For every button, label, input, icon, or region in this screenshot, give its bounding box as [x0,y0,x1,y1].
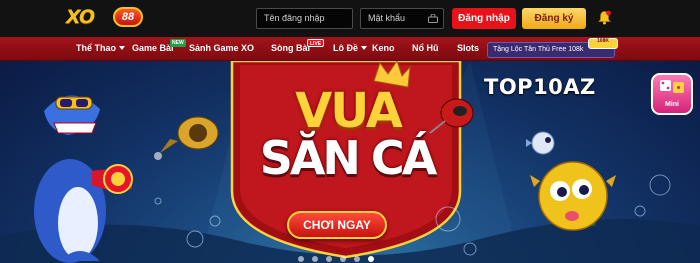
chevron-down-icon [361,46,368,50]
hero-banner[interactable]: TOP10AZ Mini VUA SĂN CÁ CHƠI NGAY [0,61,700,263]
nav-label: Thể Thao [76,43,116,53]
nav-label: Sòng Bài [271,43,311,53]
site-logo[interactable]: XO 88 [66,6,144,28]
carousel-dots [298,255,382,263]
carousel-dot[interactable] [312,256,318,262]
nav-item-sanh-game-xo[interactable]: Sảnh Game XO [189,37,254,61]
keyboard-lock-icon[interactable] [428,14,438,23]
carousel-dot-active[interactable] [368,256,374,262]
nav-label: Sảnh Game XO [189,43,255,53]
carousel-dot[interactable] [326,256,332,262]
logo-text: XO [66,6,95,28]
dice-icon [660,80,684,93]
nav-label: Game Bài [132,43,174,53]
top-bar: XO 88 Tên đăng nhập Mật khẩu Đăng nhập Đ… [0,0,700,37]
password-placeholder: Mật khẩu [368,13,406,23]
live-badge: LIVE [307,39,325,47]
bell-icon[interactable] [598,10,611,25]
mini-app-label: Mini [665,101,679,108]
register-button[interactable]: Đăng ký [522,8,586,29]
chevron-down-icon [119,46,125,50]
logo-badge: 88 [113,7,143,27]
nav-item-no-hu[interactable]: Nổ Hũ [412,37,439,61]
nav-item-lo-de[interactable]: Lô Đề [333,37,368,61]
carousel-dot[interactable] [340,256,346,262]
username-placeholder: Tên đăng nhập [264,13,325,23]
small-pufferfish [526,131,555,155]
banner-title-line2: SĂN CÁ [259,131,438,185]
password-input[interactable]: Mật khẩu [360,8,444,29]
login-button[interactable]: Đăng nhập [452,8,516,29]
play-now-button[interactable]: CHƠI NGAY [287,211,387,239]
nav-label: Nổ Hũ [412,43,439,53]
nav-item-the-thao[interactable]: Thể Thao [76,37,125,61]
username-input[interactable]: Tên đăng nhập [256,8,353,29]
nav-label: Lô Đề [333,43,359,53]
rocket-fish [154,116,219,160]
nav-item-game-bai[interactable]: Game Bài [132,37,174,61]
carousel-dot[interactable] [354,256,360,262]
new-badge: NEW [170,39,186,47]
mini-game-app-icon[interactable]: Mini [651,73,693,115]
nav-label: Keno [372,43,395,53]
promo-badge: 108K [588,38,618,49]
watermark-text: TOP10AZ [484,75,596,99]
nav-item-song-bai[interactable]: Sòng Bài [271,37,310,61]
nav-item-keno[interactable]: Keno [372,37,395,61]
nav-item-slots[interactable]: Slots [457,37,479,61]
carousel-dot[interactable] [298,256,304,262]
nav-label: Slots [457,43,480,53]
